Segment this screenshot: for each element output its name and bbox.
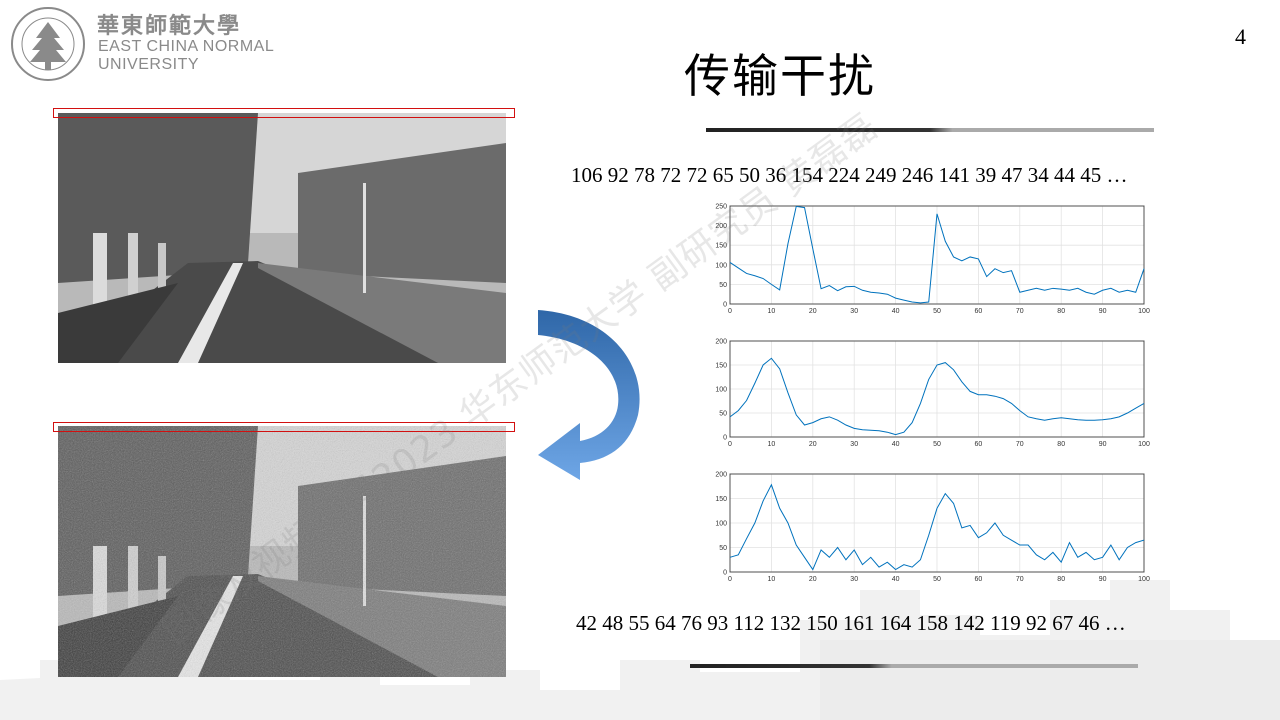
x-tick-label: 80 (1057, 576, 1065, 583)
x-tick-label: 10 (768, 441, 776, 448)
y-tick-label: 0 (723, 435, 727, 442)
logo-english-line1: EAST CHINA NORMAL (98, 38, 275, 55)
x-tick-label: 50 (933, 576, 941, 583)
y-tick-label: 0 (723, 570, 727, 577)
x-tick-label: 20 (809, 441, 817, 448)
y-tick-label: 150 (715, 363, 727, 370)
x-tick-label: 70 (1016, 441, 1024, 448)
pixel-sequence-filtered: 42 48 55 64 76 93 112 132 150 161 164 15… (576, 611, 1126, 635)
y-tick-label: 50 (719, 282, 727, 289)
x-tick-label: 90 (1099, 308, 1107, 315)
chart-noisy-signal: 0 10 20 30 40 50 60 70 80 90 100 0 50 100 150 200 (715, 472, 1150, 584)
y-tick-label: 0 (723, 302, 727, 309)
logo-english-line2: UNIVERSITY (98, 56, 200, 73)
y-tick-label: 200 (715, 472, 727, 479)
x-tick-label: 50 (933, 308, 941, 315)
y-tick-label: 200 (715, 339, 727, 346)
x-tick-label: 70 (1016, 576, 1024, 583)
y-tick-label: 150 (715, 496, 727, 503)
x-tick-label: 50 (933, 441, 941, 448)
chart-filtered-signal: 0 10 20 30 40 50 60 70 80 90 100 0 50 100 150 200 (715, 339, 1150, 449)
y-tick-label: 50 (719, 545, 727, 552)
bottom-underline-bar (690, 664, 1138, 668)
x-tick-label: 80 (1057, 308, 1065, 315)
university-seal-logo (11, 7, 85, 81)
y-tick-label: 100 (715, 521, 727, 528)
title-underline-bar (706, 128, 1154, 132)
x-tick-label: 80 (1057, 441, 1065, 448)
x-tick-label: 20 (809, 308, 817, 315)
y-tick-label: 100 (715, 387, 727, 394)
scanline-highlight-original (53, 108, 515, 118)
x-tick-label: 0 (728, 441, 732, 448)
x-tick-label: 90 (1099, 441, 1107, 448)
x-tick-label: 10 (768, 576, 776, 583)
x-tick-label: 60 (975, 441, 983, 448)
y-tick-label: 50 (719, 411, 727, 418)
x-tick-label: 100 (1138, 576, 1150, 583)
x-tick-label: 30 (850, 308, 858, 315)
x-tick-label: 10 (768, 308, 776, 315)
logo-chinese-name: 華東師範大學 (97, 13, 242, 39)
slide-title: 传输干扰 (684, 49, 876, 103)
x-tick-label: 30 (850, 576, 858, 583)
x-tick-label: 30 (850, 441, 858, 448)
x-tick-label: 60 (975, 308, 983, 315)
x-tick-label: 40 (892, 308, 900, 315)
x-tick-label: 0 (728, 576, 732, 583)
x-tick-label: 40 (892, 441, 900, 448)
x-tick-label: 40 (892, 576, 900, 583)
x-tick-label: 100 (1138, 441, 1150, 448)
x-tick-label: 60 (975, 576, 983, 583)
page-number: 4 (1235, 24, 1246, 49)
photo-original-road (58, 113, 506, 363)
x-tick-label: 100 (1138, 308, 1150, 315)
x-tick-label: 0 (728, 308, 732, 315)
x-tick-label: 70 (1016, 308, 1024, 315)
x-tick-label: 90 (1099, 576, 1107, 583)
x-tick-label: 20 (809, 576, 817, 583)
